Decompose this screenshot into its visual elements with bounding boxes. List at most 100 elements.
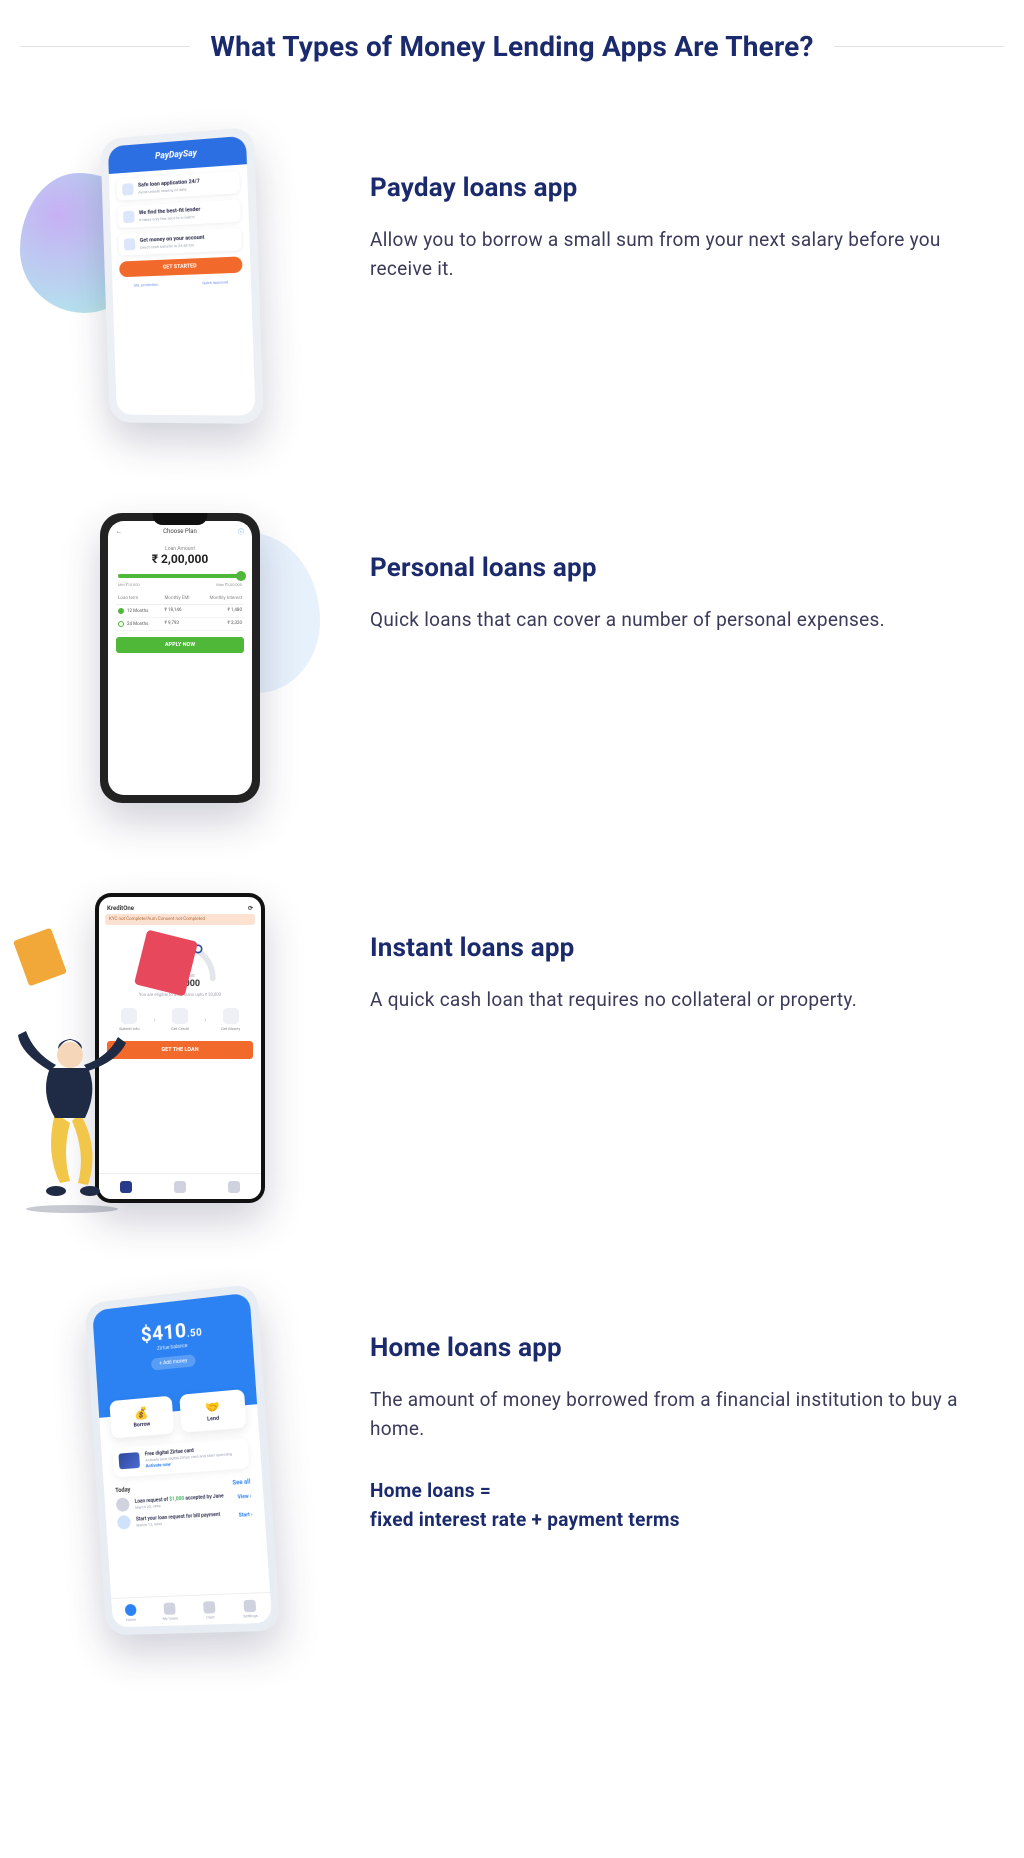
personal-illustration: ← Choose Plan ⓘ Loan Amount ₹ 2,00,000 M… [30,513,330,803]
bank-icon [123,211,135,223]
tab-bar: Home My loans Card Settings [111,1592,272,1627]
section-title: Payday loans app [370,173,994,203]
gear-icon [243,1599,256,1612]
formula-text: Home loans = fixed interest rate + payme… [370,1476,994,1535]
add-money-button[interactable]: + Add money [151,1354,195,1370]
tab-label: My loans [162,1615,178,1620]
get-money-icon [223,1008,239,1024]
refresh-icon[interactable]: ⟳ [248,905,253,912]
payday-illustration: PayDaySay Safe loan application 24/7Avoi… [30,133,330,423]
loans-icon [163,1602,175,1614]
slider-min: Min ₹10,000 [118,582,140,587]
phone-mockup: ← Choose Plan ⓘ Loan Amount ₹ 2,00,000 M… [100,513,260,803]
home-icon [124,1603,136,1615]
app-brand: PayDaySay [108,136,247,174]
section-desc: Quick loans that can cover a number of p… [370,605,994,634]
credit-card-icon [118,1452,140,1469]
section-desc: The amount of money borrowed from a fina… [370,1385,994,1444]
person-illustration [0,1013,150,1213]
view-link[interactable]: View › [237,1494,251,1501]
feature-card: Safe loan application 24/7Avoid unsafe s… [116,171,240,201]
get-started-button[interactable]: GET STARTED [119,256,243,277]
term-value: 12 Months [127,609,148,614]
card-icon [203,1601,216,1613]
balance-int: $410 [140,1318,187,1347]
avatar [116,1497,130,1512]
home-tab[interactable]: Home [124,1603,136,1621]
section-personal: ← Choose Plan ⓘ Loan Amount ₹ 2,00,000 M… [0,503,1024,883]
borrow-tile[interactable]: 💰Borrow [109,1396,174,1439]
credit-card-icon [124,238,136,250]
today-heading: Today [115,1486,131,1494]
lend-icon: 🤝 [184,1397,242,1416]
term-value: 24 Months [127,622,148,627]
settings-tab[interactable]: Settings [242,1599,258,1618]
radio-icon [118,621,124,627]
home-illustration: $410.50 Zirtue balance + Add money 💰Borr… [30,1293,330,1633]
back-icon[interactable]: ← [116,528,122,535]
warning-banner: KYC not Complete/Aum Consent not Complet… [105,914,255,925]
card-tab[interactable]: Card [203,1601,216,1620]
section-desc: A quick cash loan that requires no colla… [370,985,994,1014]
trust-row: SSL protection Quick approval [112,278,251,288]
tile-label: Lend [207,1416,219,1423]
plan-row[interactable]: 12 Months ₹ 18,146 ₹ 1,480 [116,605,244,618]
loans-tab[interactable]: My loans [161,1602,178,1620]
page-headline-row: What Types of Money Lending Apps Are The… [0,0,1024,123]
approval-badge: Quick approval [202,279,228,285]
tab-label: Settings [243,1612,258,1618]
rule-left [20,46,190,47]
user-icon [122,183,134,196]
amount-value: ₹ 2,00,000 [108,552,252,566]
interest-value: ₹ 1,480 [203,608,242,614]
balance-dec: .50 [186,1327,202,1340]
activity-tab-icon[interactable] [174,1181,186,1193]
info-icon[interactable]: ⓘ [238,527,244,536]
rule-right [834,46,1004,47]
lend-tile[interactable]: 🤝Lend [179,1389,246,1433]
instant-illustration: KreditOne ⟳ KYC not Complete/Aum Consent… [30,893,330,1203]
plan-row[interactable]: 24 Months ₹ 9,793 ₹ 2,320 [116,618,244,631]
emi-value: ₹ 9,793 [165,621,204,627]
tile-label: Borrow [133,1421,150,1428]
activity-item[interactable]: Start your loan request for bill payment… [117,1508,253,1530]
see-all-link[interactable]: See all [232,1478,250,1486]
profile-tab-icon[interactable] [228,1181,240,1193]
screen-title: Choose Plan [163,528,197,535]
col-emi: Monthly EMI [165,596,204,601]
phone-notch [153,513,208,525]
section-instant: KreditOne ⟳ KYC not Complete/Aum Consent… [0,883,1024,1283]
page-headline: What Types of Money Lending Apps Are The… [210,30,813,63]
tab-label: Card [206,1614,215,1619]
section-desc: Allow you to borrow a small sum from you… [370,225,994,284]
feature-card: We find the best-fit lenderIt takes only… [117,199,241,228]
radio-icon [118,608,124,614]
interest-value: ₹ 2,320 [203,621,242,627]
section-title: Personal loans app [370,553,994,583]
section-title: Instant loans app [370,933,994,963]
section-title: Home loans app [370,1333,994,1363]
col-interest: Monthly Interest [203,596,242,601]
bill-icon [117,1515,131,1530]
slider-max: Max ₹2,00,000 [216,582,242,587]
ssl-badge: SSL protection [134,282,159,288]
shopping-bag-icon [13,928,67,987]
borrow-icon: 💰 [114,1404,170,1423]
start-link[interactable]: Start › [239,1512,253,1519]
col-term: Loan term [118,596,165,601]
feature-card: Get money on your accountDirect cash tra… [118,228,242,256]
section-payday: PayDaySay Safe loan application 24/7Avoi… [0,123,1024,503]
app-brand: KreditOne [107,905,134,912]
phone-mockup: PayDaySay Safe loan application 24/7Avoi… [100,127,264,424]
plan-table: Loan term Monthly EMI Monthly Interest 1… [116,593,244,631]
step-label: Get Money [221,1026,240,1031]
tab-label: Home [126,1616,136,1621]
amount-slider[interactable] [118,574,242,578]
promo-card[interactable]: Free digital Zirtue card Activate your d… [112,1438,249,1478]
apply-now-button[interactable]: APPLY NOW [116,637,244,653]
section-home: $410.50 Zirtue balance + Add money 💰Borr… [0,1283,1024,1713]
step-label: Get Credit [171,1026,189,1031]
phone-mockup: $410.50 Zirtue balance + Add money 💰Borr… [84,1284,280,1636]
get-credit-icon [172,1008,188,1024]
emi-value: ₹ 18,146 [165,608,204,614]
